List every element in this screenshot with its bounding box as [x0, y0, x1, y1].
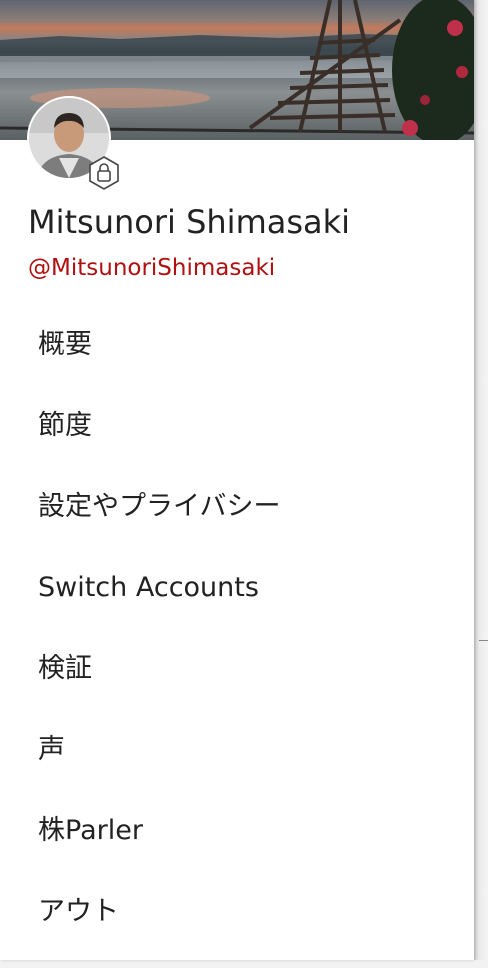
navigation-drawer: Mitsunori Shimasaki @MitsunoriShimasaki …	[0, 0, 474, 960]
profile-handle[interactable]: @MitsunoriShimasaki	[28, 255, 275, 281]
menu-item-verification[interactable]: 検証	[0, 644, 474, 725]
menu-item-overview[interactable]: 概要	[0, 320, 474, 401]
drawer-menu: 概要 節度 設定やプライバシー Switch Accounts 検証 声 株Pa…	[0, 320, 474, 968]
menu-item-switch-accounts[interactable]: Switch Accounts	[0, 563, 474, 644]
lock-icon	[86, 155, 122, 191]
profile-name: Mitsunori Shimasaki	[28, 203, 351, 241]
menu-item-voice[interactable]: 声	[0, 725, 474, 806]
menu-item-parler-stock[interactable]: 株Parler	[0, 806, 474, 887]
menu-item-logout[interactable]: アウト	[0, 887, 474, 968]
background-feed-edge[interactable]	[474, 0, 488, 960]
menu-item-settings-privacy[interactable]: 設定やプライバシー	[0, 482, 474, 563]
menu-item-moderation[interactable]: 節度	[0, 401, 474, 482]
background-divider	[479, 640, 488, 641]
